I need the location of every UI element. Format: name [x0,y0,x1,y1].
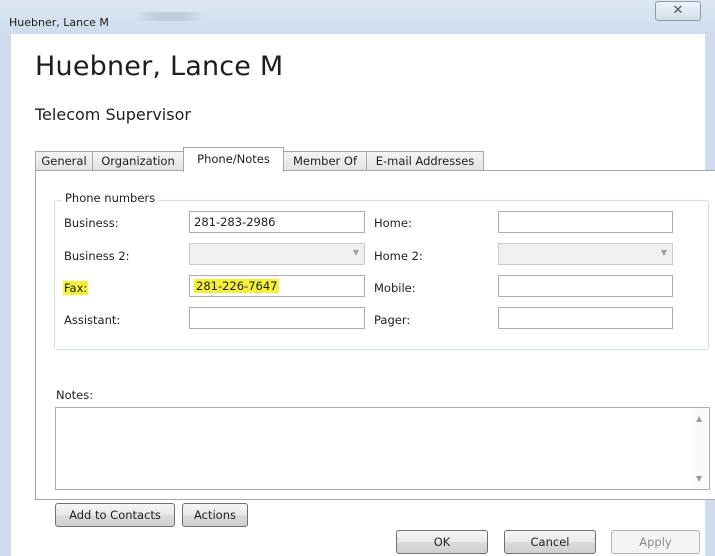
tab-email-addresses[interactable]: E-mail Addresses [366,151,484,170]
business2-label: Business 2: [64,249,130,263]
notes-label: Notes: [56,388,94,402]
business-label: Business: [64,216,119,230]
assistant-label: Assistant: [64,313,121,327]
fax-field[interactable]: 281-226-7647 [189,275,365,297]
business2-phone-combo[interactable]: ▼ [189,243,365,265]
contact-name-heading: Huebner, Lance M [35,51,284,82]
phone-numbers-group-title: Phone numbers [62,191,159,205]
business-phone-field[interactable]: 281-283-2986 [189,211,365,233]
scroll-down-icon[interactable]: ▼ [696,474,702,483]
contact-job-title: Telecom Supervisor [35,105,191,124]
chevron-down-icon[interactable]: ▼ [661,248,667,257]
blurred-title-text [135,12,205,21]
assistant-phone-field[interactable] [189,307,365,329]
pager-field[interactable] [498,307,673,329]
home2-phone-combo[interactable]: ▼ [498,243,673,265]
ok-button[interactable]: OK [396,530,488,554]
tab-member-of[interactable]: Member Of [283,151,367,170]
notes-textarea[interactable]: ▲ ▼ [55,407,710,490]
tab-organization[interactable]: Organization [92,151,184,170]
close-button[interactable]: ✕ [655,1,701,21]
tab-phone-notes[interactable]: Phone/Notes [183,147,284,172]
actions-button[interactable]: Actions [182,503,248,527]
mobile-phone-field[interactable] [498,275,673,297]
window-frame-left [0,34,11,556]
add-to-contacts-button[interactable]: Add to Contacts [55,503,175,527]
fax-label: Fax: [63,281,89,295]
home2-label: Home 2: [374,249,423,263]
phone-notes-panel: Phone numbers Business: 281-283-2986 Bus… [35,170,715,527]
pager-label: Pager: [374,313,411,327]
chevron-down-icon[interactable]: ▼ [353,248,359,257]
dialog-body: Huebner, Lance M Telecom Supervisor Gene… [11,34,715,556]
close-icon: ✕ [672,3,684,18]
window-title: Huebner, Lance M [9,16,109,29]
business-phone-value: 281-283-2986 [194,215,276,229]
home-phone-field[interactable] [498,211,673,233]
fax-value: 281-226-7647 [194,279,280,293]
mobile-label: Mobile: [374,281,416,295]
scroll-up-icon[interactable]: ▲ [696,414,702,423]
tab-general[interactable]: General [35,151,93,170]
apply-button: Apply [611,530,700,554]
home-label: Home: [374,216,412,230]
notes-scrollbar[interactable]: ▲ ▼ [692,408,709,489]
title-bar: Huebner, Lance M ✕ [0,0,715,34]
cancel-button[interactable]: Cancel [504,530,596,554]
